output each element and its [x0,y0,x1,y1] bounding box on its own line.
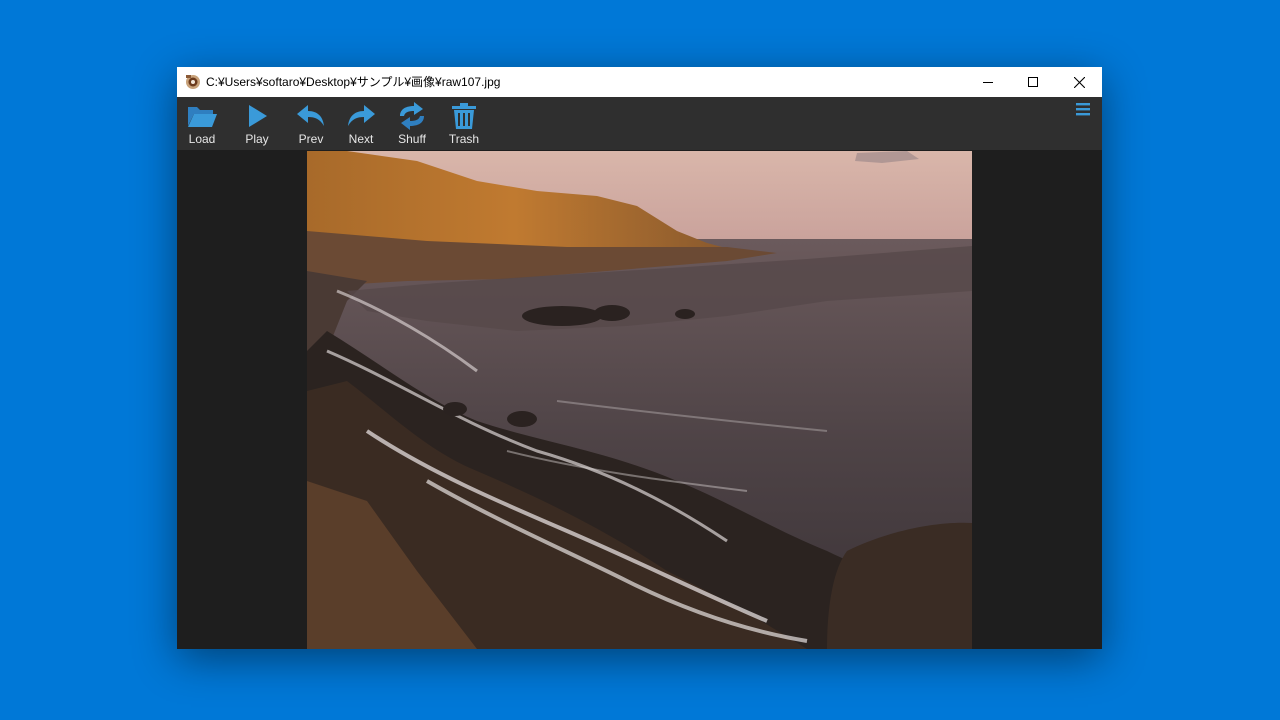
shuffle-button[interactable]: Shuff [387,97,437,150]
prev-label: Prev [298,132,324,146]
load-label: Load [188,132,216,146]
folder-open-icon [188,107,217,127]
trash-label: Trash [448,132,480,146]
minimize-icon [983,82,993,83]
toolbar: Load Play Prev Next Shuff Trash [177,97,1102,150]
window-title: C:¥Users¥softaro¥Desktop¥サンプル¥画像¥raw107.… [206,75,501,89]
title-bar[interactable]: C:¥Users¥softaro¥Desktop¥サンプル¥画像¥raw107.… [177,67,1102,97]
trash-icon [452,103,476,129]
app-icon [186,75,200,89]
maximize-icon [1028,77,1038,87]
image-viewer[interactable] [177,151,1102,649]
menu-button[interactable] [1074,100,1092,118]
minimize-button[interactable] [965,67,1011,97]
shuffle-label: Shuff [398,132,426,146]
displayed-photo [307,151,972,649]
redo-arrow-icon [348,105,375,126]
shuffle-icon [400,102,424,130]
close-icon [1073,76,1085,88]
play-label: Play [245,132,269,146]
next-label: Next [348,132,374,146]
play-button[interactable]: Play [232,97,282,150]
hamburger-menu-icon [1076,103,1090,116]
app-window: C:¥Users¥softaro¥Desktop¥サンプル¥画像¥raw107.… [177,67,1102,649]
next-button[interactable]: Next [336,97,386,150]
load-button[interactable]: Load [177,97,227,150]
prev-button[interactable]: Prev [286,97,336,150]
play-icon [249,105,267,127]
undo-arrow-icon [297,105,324,126]
close-button[interactable] [1056,67,1102,97]
trash-button[interactable]: Trash [439,97,489,150]
maximize-button[interactable] [1010,67,1056,97]
